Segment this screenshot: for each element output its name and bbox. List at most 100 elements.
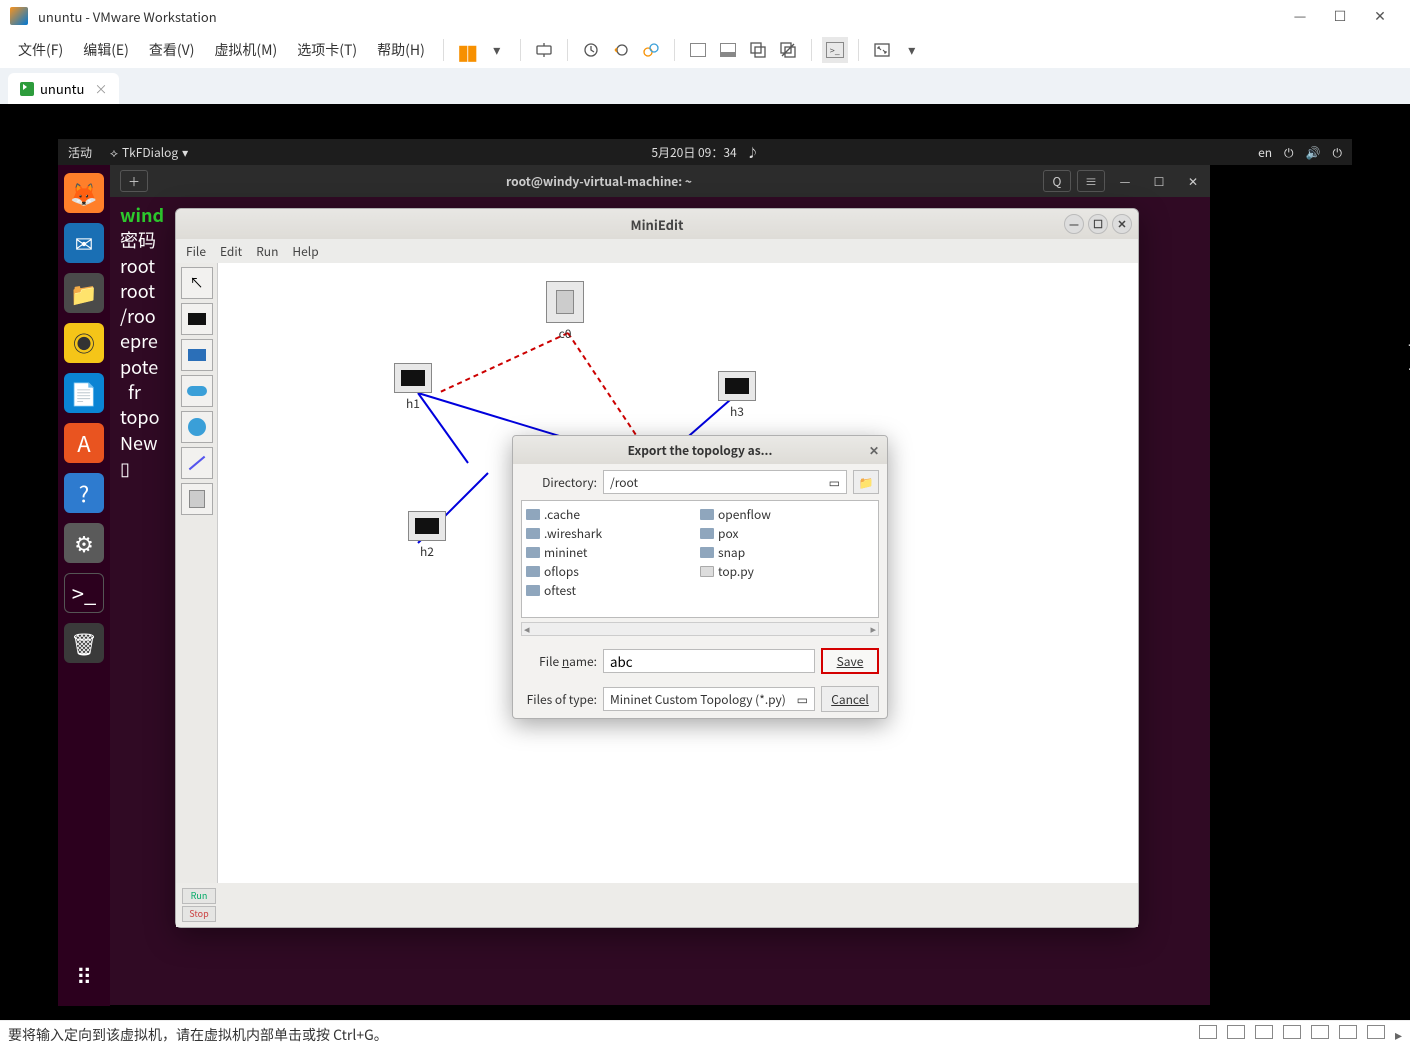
network-icon[interactable]: ⏻	[1284, 144, 1294, 161]
tool-switch[interactable]	[181, 375, 213, 407]
minimize-button[interactable]: —	[1280, 6, 1320, 26]
send-cad-icon[interactable]	[531, 37, 557, 63]
file-item[interactable]: .cache	[526, 505, 700, 524]
maximize-button[interactable]: ☐	[1320, 6, 1360, 26]
dock-help[interactable]: ?	[64, 473, 104, 513]
device-printer-icon[interactable]	[1339, 1025, 1357, 1039]
dock-apps-grid[interactable]: ⠿	[64, 956, 104, 996]
clock[interactable]: 5月20日 09：34	[651, 144, 736, 161]
me-menu-edit[interactable]: Edit	[220, 243, 242, 260]
vm-viewport[interactable]: 活动 ⟡ TkFDialog ▾ 5月20日 09：34 ♪ en ⏻ 🔊 ⏻ …	[0, 104, 1410, 1020]
me-menu-run[interactable]: Run	[256, 243, 278, 260]
dialog-close-icon[interactable]: ✕	[869, 442, 879, 459]
tool-link[interactable]	[181, 447, 213, 479]
menu-view[interactable]: 查看(V)	[141, 36, 203, 64]
me-menu-help[interactable]: Help	[292, 243, 318, 260]
power-icon[interactable]: ⏻	[1333, 144, 1343, 161]
dock-settings[interactable]: ⚙	[64, 523, 104, 563]
terminal-title: root@windy-virtual-machine: ~	[158, 173, 1040, 190]
dock-files[interactable]: 📁	[64, 273, 104, 313]
layout-single-icon[interactable]	[685, 37, 711, 63]
dock-software[interactable]: A	[64, 423, 104, 463]
save-button[interactable]: Save	[821, 648, 879, 674]
node-h3[interactable]: h3	[718, 371, 756, 420]
cancel-button[interactable]: Cancel	[821, 686, 879, 712]
device-hdd-icon[interactable]	[1199, 1025, 1217, 1039]
dock-trash[interactable]: 🗑	[64, 623, 104, 663]
volume-icon[interactable]: 🔊	[1306, 144, 1321, 161]
stop-button[interactable]: Stop	[182, 906, 216, 922]
close-button[interactable]: ✕	[1360, 6, 1400, 26]
dock-terminal[interactable]: >_	[64, 573, 104, 613]
device-usb-icon[interactable]	[1283, 1025, 1301, 1039]
run-button[interactable]: Run	[182, 888, 216, 904]
terminal-minimize[interactable]: —	[1111, 170, 1139, 192]
miniedit-menubar: File Edit Run Help	[176, 239, 1138, 263]
dock-thunderbird[interactable]: ✉	[64, 223, 104, 263]
device-cd-icon[interactable]	[1227, 1025, 1245, 1039]
menu-tabs[interactable]: 选项卡(T)	[289, 36, 365, 64]
snapshot-icon[interactable]	[578, 37, 604, 63]
node-h2[interactable]: h2	[408, 511, 446, 560]
terminal-search-button[interactable]: Q	[1043, 170, 1071, 192]
miniedit-close[interactable]: ✕	[1112, 214, 1132, 234]
device-more-icon[interactable]: ▸	[1395, 1025, 1402, 1045]
up-directory-button[interactable]: 📁	[853, 470, 879, 494]
fullscreen-icon[interactable]	[869, 37, 895, 63]
miniedit-title: MiniEdit	[631, 215, 684, 234]
file-item[interactable]: top.py	[700, 562, 874, 581]
menu-edit[interactable]: 编辑(E)	[75, 36, 137, 64]
dock-writer[interactable]: 📄	[64, 373, 104, 413]
activities-button[interactable]: 活动	[68, 144, 92, 161]
device-sound-icon[interactable]	[1311, 1025, 1329, 1039]
file-list[interactable]: .cache openflow .wireshark pox mininet s…	[521, 500, 879, 618]
device-net-icon[interactable]	[1255, 1025, 1273, 1039]
console-icon[interactable]: >_	[822, 37, 848, 63]
layout-disable-icon[interactable]	[775, 37, 801, 63]
file-item[interactable]: pox	[700, 524, 874, 543]
dock-firefox[interactable]: 🦊	[64, 173, 104, 213]
device-display-icon[interactable]	[1367, 1025, 1385, 1039]
pause-icon[interactable]: ▮▮	[454, 37, 480, 63]
menu-file[interactable]: 文件(F)	[10, 36, 71, 64]
file-item[interactable]: oflops	[526, 562, 700, 581]
file-list-scrollbar[interactable]	[521, 622, 879, 636]
file-item[interactable]: openflow	[700, 505, 874, 524]
miniedit-minimize[interactable]: —	[1064, 214, 1084, 234]
terminal-menu-button[interactable]: ≡	[1077, 170, 1105, 192]
file-item[interactable]: .wireshark	[526, 524, 700, 543]
vm-tab[interactable]: ununtu ×	[8, 73, 119, 104]
dock-rhythmbox[interactable]: ◉	[64, 323, 104, 363]
miniedit-canvas[interactable]: c0 h1 h3 h2 Export the topology	[218, 263, 1138, 883]
terminal-maximize[interactable]: ☐	[1145, 170, 1173, 192]
tool-select[interactable]: ↖	[181, 267, 213, 299]
node-c0[interactable]: c0	[546, 281, 584, 342]
menu-vm[interactable]: 虚拟机(M)	[206, 36, 285, 64]
directory-dropdown[interactable]: /root ▭	[603, 470, 847, 494]
miniedit-maximize[interactable]: ☐	[1088, 214, 1108, 234]
tool-host[interactable]	[181, 303, 213, 335]
tool-switch-legacy[interactable]	[181, 339, 213, 371]
layout-unity-icon[interactable]	[745, 37, 771, 63]
lang-indicator[interactable]: en	[1258, 144, 1272, 161]
bell-icon[interactable]: ♪	[747, 144, 759, 161]
file-item[interactable]: snap	[700, 543, 874, 562]
node-h1[interactable]: h1	[394, 363, 432, 412]
tab-close-icon[interactable]: ×	[94, 79, 107, 98]
snapshot-manager-icon[interactable]	[638, 37, 664, 63]
filename-input[interactable]	[603, 649, 815, 673]
terminal-newtab-button[interactable]: ＋	[120, 170, 148, 192]
tool-controller[interactable]	[181, 483, 213, 515]
terminal-close[interactable]: ✕	[1179, 170, 1207, 192]
file-item[interactable]: oftest	[526, 581, 700, 600]
layout-thumb-icon[interactable]	[715, 37, 741, 63]
snapshot-revert-icon[interactable]	[608, 37, 634, 63]
dropdown-icon[interactable]: ▾	[484, 37, 510, 63]
app-indicator[interactable]: ⟡ TkFDialog ▾	[110, 144, 188, 161]
filetype-dropdown[interactable]: Mininet Custom Topology (*.py) ▭	[603, 687, 815, 711]
dropdown-icon-2[interactable]: ▾	[899, 37, 925, 63]
tool-router[interactable]	[181, 411, 213, 443]
file-item[interactable]: mininet	[526, 543, 700, 562]
menu-help[interactable]: 帮助(H)	[369, 36, 433, 64]
me-menu-file[interactable]: File	[186, 243, 206, 260]
